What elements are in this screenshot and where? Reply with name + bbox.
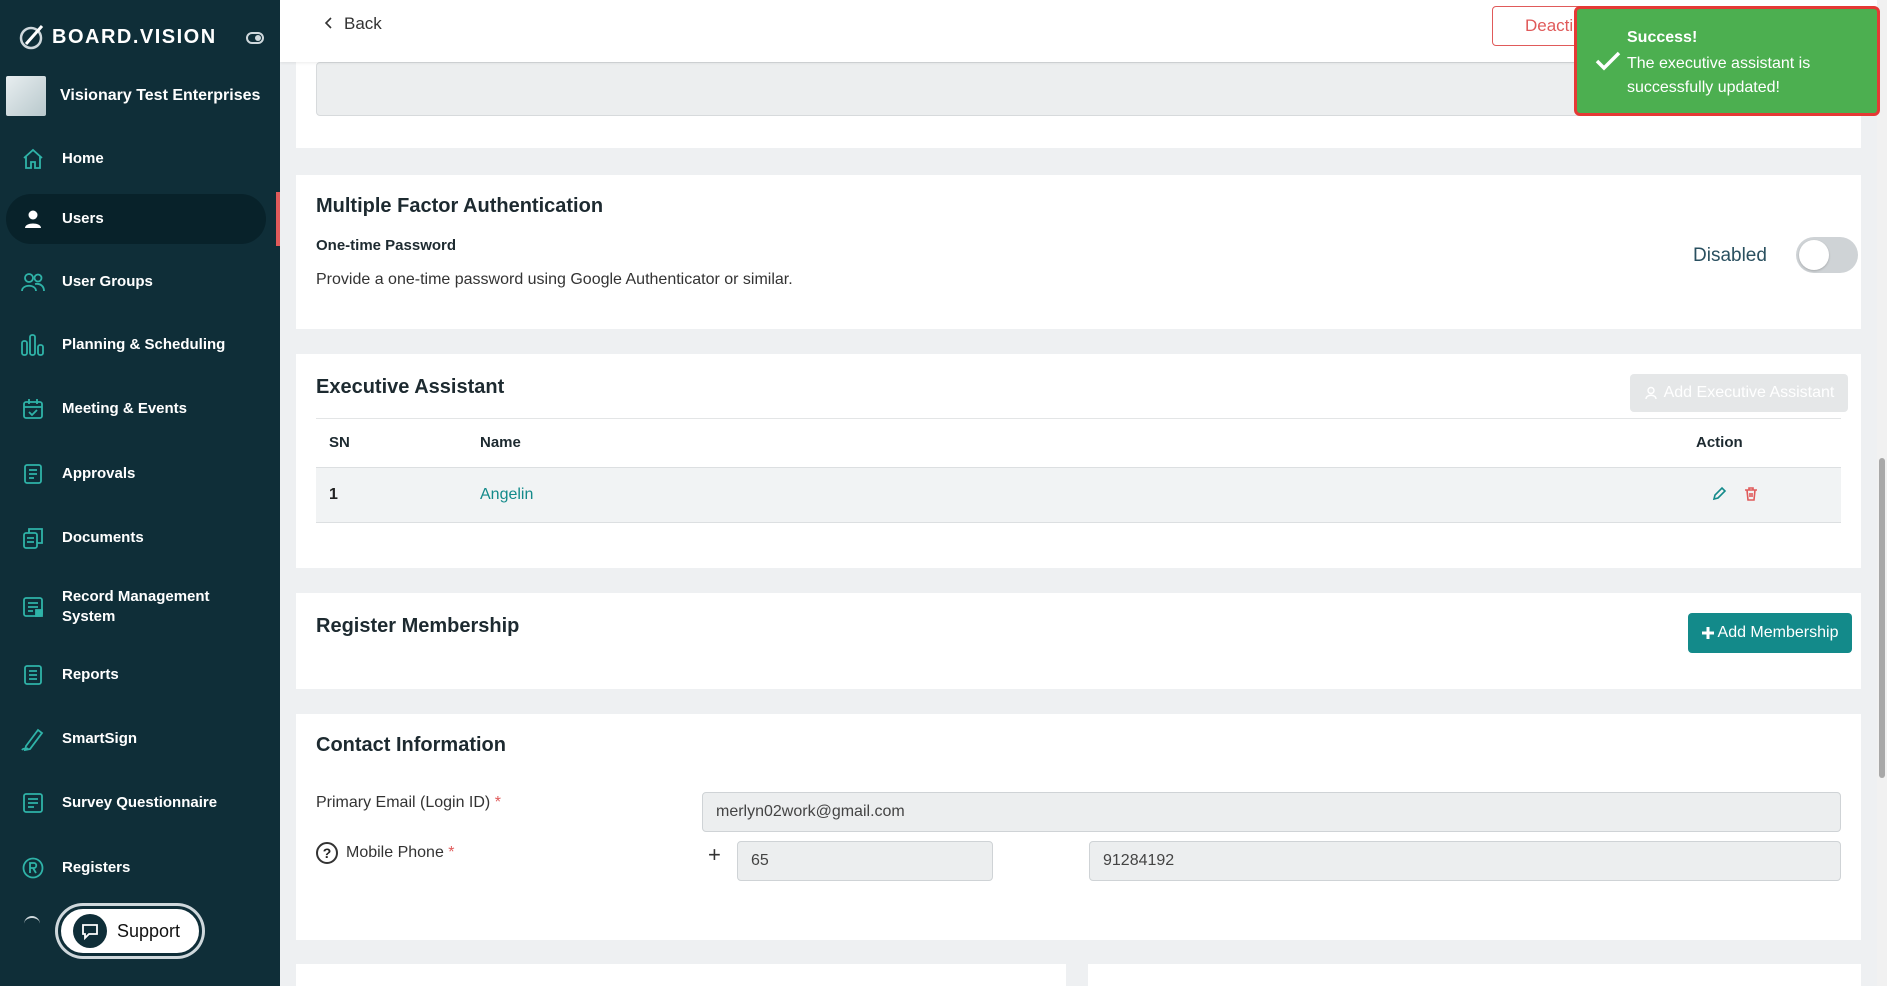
row-sn: 1 xyxy=(329,486,338,503)
reports-icon xyxy=(20,662,46,688)
column-header-sn: SN xyxy=(329,434,350,451)
sidebar-item-meetings[interactable]: Meeting & Events xyxy=(6,384,266,434)
registered-icon xyxy=(20,855,46,881)
primary-email-label: Primary Email (Login ID) * xyxy=(316,794,501,812)
support-label: Support xyxy=(117,920,181,941)
mobile-phone-label-text: Mobile Phone xyxy=(346,844,444,861)
sidebar-item-survey[interactable]: Survey Questionnaire xyxy=(6,778,266,828)
scrollbar-thumb[interactable] xyxy=(1879,458,1885,778)
executive-assistant-title: Executive Assistant xyxy=(316,376,505,398)
help-icon[interactable]: ? xyxy=(316,842,338,864)
board-vision-logo-icon xyxy=(19,25,44,50)
add-membership-label: Add Membership xyxy=(1717,624,1839,641)
country-code-field[interactable]: 65 xyxy=(737,841,993,881)
survey-icon xyxy=(20,790,46,816)
toast-message: The executive assistant is successfully … xyxy=(1627,55,1811,96)
contact-information-card: Contact Information Primary Email (Login… xyxy=(296,714,1861,940)
register-membership-title: Register Membership xyxy=(316,615,520,637)
mobile-phone-label: Mobile Phone * xyxy=(346,844,455,862)
sidebar-item-label: Registers xyxy=(62,859,131,876)
register-membership-card: Register Membership Add Membership xyxy=(296,593,1861,689)
otp-status-label: Disabled xyxy=(1693,245,1767,266)
organization-logo xyxy=(6,76,46,116)
users-icon xyxy=(20,269,46,295)
sidebar-item-label: SmartSign xyxy=(62,730,138,747)
add-executive-assistant-label: Add Executive Assistant xyxy=(1663,384,1835,401)
edit-icon[interactable] xyxy=(1711,486,1727,507)
add-executive-assistant-button[interactable]: Add Executive Assistant xyxy=(1630,374,1848,412)
sidebar-item-documents[interactable]: Documents xyxy=(6,513,266,563)
next-section-card-right xyxy=(1088,964,1861,986)
sidebar-item-label: Survey Questionnaire xyxy=(62,794,218,811)
sidebar-collapse-toggle[interactable] xyxy=(246,32,264,44)
primary-email-field[interactable]: merlyn02work@gmail.com xyxy=(702,792,1841,832)
sidebar-item-home[interactable]: Home xyxy=(6,134,266,184)
main-content: Back Deacti Multiple Factor Authenticati… xyxy=(280,0,1877,986)
mfa-title: Multiple Factor Authentication xyxy=(316,195,604,217)
sidebar-item-user-groups[interactable]: User Groups xyxy=(6,257,266,307)
otp-subtitle: One-time Password xyxy=(316,237,457,254)
sidebar-item-label: Reports xyxy=(62,666,119,683)
next-section-card-left xyxy=(296,964,1066,986)
organization-name: Visionary Test Enterprises xyxy=(60,87,261,104)
brand-logo[interactable]: BOARD.VISION xyxy=(18,24,217,50)
documents-icon xyxy=(20,525,46,551)
back-link[interactable]: Back xyxy=(324,14,382,34)
user-add-icon xyxy=(1644,386,1657,400)
records-icon xyxy=(20,594,46,620)
sidebar: BOARD.VISION Visionary Test Enterprises … xyxy=(0,0,280,986)
mfa-card: Multiple Factor Authentication One-time … xyxy=(296,175,1861,329)
row-actions xyxy=(1711,486,1759,507)
sidebar-item-label: Approvals xyxy=(62,465,136,482)
delete-icon[interactable] xyxy=(1743,486,1759,507)
executive-assistant-card: Executive Assistant Add Executive Assist… xyxy=(296,354,1861,568)
table-divider xyxy=(316,418,1841,419)
chevron-left-icon xyxy=(324,14,334,34)
organization-switcher[interactable]: Visionary Test Enterprises xyxy=(6,76,260,116)
otp-description: Provide a one-time password using Google… xyxy=(316,271,793,288)
table-row: 1 Angelin xyxy=(316,467,1841,523)
mobile-phone-field[interactable]: 91284192 xyxy=(1089,841,1841,881)
checkmark-icon xyxy=(1595,51,1621,76)
otp-toggle[interactable] xyxy=(1796,237,1858,273)
sidebar-item-record-management[interactable]: Record Management System xyxy=(6,582,266,632)
calendar-check-icon xyxy=(20,396,46,422)
column-header-action: Action xyxy=(1696,434,1743,451)
sidebar-item-registers[interactable]: Registers xyxy=(6,843,266,893)
bar-chart-icon xyxy=(20,332,46,358)
support-button[interactable]: Support xyxy=(58,906,202,956)
sidebar-item-planning[interactable]: Planning & Scheduling xyxy=(6,320,266,370)
chat-support-icon xyxy=(73,914,107,948)
home-icon xyxy=(20,146,46,172)
user-icon xyxy=(20,206,46,232)
primary-email-label-text: Primary Email (Login ID) xyxy=(316,794,491,811)
sidebar-item-label: Documents xyxy=(62,529,144,546)
brand-name: BOARD.VISION xyxy=(52,25,217,48)
sidebar-item-label: Record Management System xyxy=(62,588,210,625)
sidebar-item-approvals[interactable]: Approvals xyxy=(6,449,266,499)
sidebar-scroll-up-icon[interactable] xyxy=(24,916,40,924)
sidebar-item-label: User Groups xyxy=(62,273,153,290)
sidebar-item-label: Meeting & Events xyxy=(62,400,188,417)
column-header-name: Name xyxy=(480,434,521,451)
required-mark: * xyxy=(494,794,501,811)
page-scrollbar[interactable] xyxy=(1877,0,1887,986)
sidebar-item-label: Home xyxy=(62,150,104,167)
sidebar-item-label: Planning & Scheduling xyxy=(62,336,226,353)
row-name-link[interactable]: Angelin xyxy=(480,486,533,504)
approvals-icon xyxy=(20,461,46,487)
back-label: Back xyxy=(344,14,382,33)
sidebar-item-smartsign[interactable]: SmartSign xyxy=(6,714,266,764)
sidebar-item-users[interactable]: Users xyxy=(6,194,266,244)
sidebar-item-reports[interactable]: Reports xyxy=(6,650,266,700)
country-code-plus: + xyxy=(708,842,721,867)
plus-icon xyxy=(1701,627,1714,639)
toast-title: Success! xyxy=(1627,29,1698,46)
required-mark: * xyxy=(448,844,455,861)
success-toast[interactable]: Success! The executive assistant is succ… xyxy=(1574,6,1880,116)
sidebar-item-label: Users xyxy=(62,210,104,227)
pen-icon xyxy=(20,726,46,752)
contact-information-title: Contact Information xyxy=(316,734,506,756)
add-membership-button[interactable]: Add Membership xyxy=(1688,613,1852,653)
